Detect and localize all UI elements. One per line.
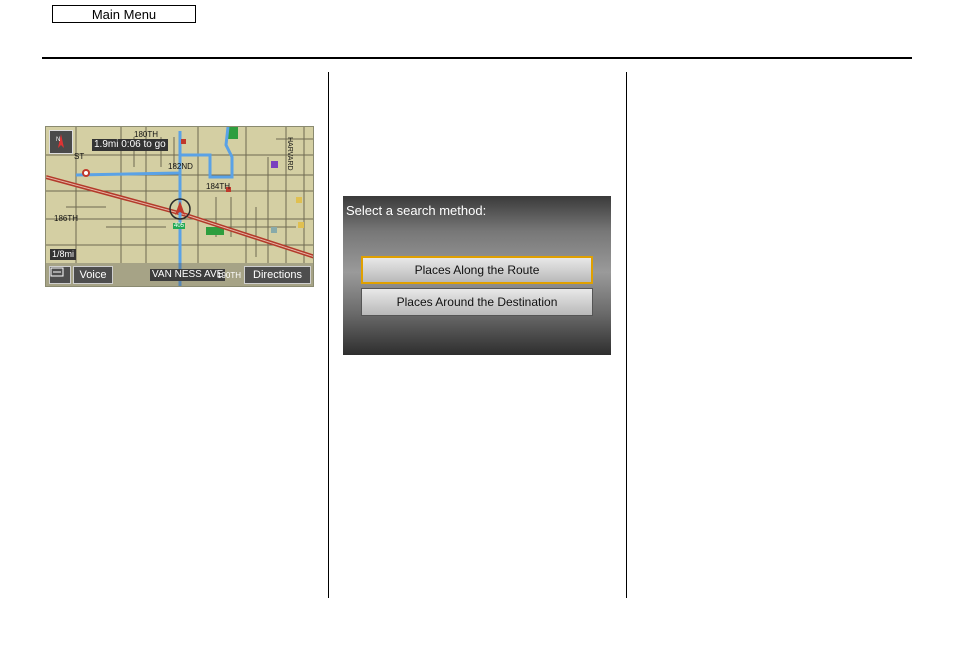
search-method-screenshot: Select a search method: Places Along the…	[343, 196, 611, 355]
map-menu-icon[interactable]	[49, 266, 71, 284]
search-method-title: Select a search method:	[346, 203, 487, 218]
compass-icon[interactable]: N	[49, 130, 73, 154]
cross-street-label: 190TH	[217, 271, 242, 280]
places-along-route-button[interactable]: Places Along the Route	[361, 256, 593, 284]
column-divider-right	[626, 72, 627, 598]
eta-display: 1.9mi 0:06 to go	[92, 139, 168, 151]
map-scale[interactable]: 1/8mi	[50, 249, 77, 260]
column-divider-left	[328, 72, 329, 598]
directions-button[interactable]: Directions	[244, 266, 311, 284]
voice-button[interactable]: Voice	[73, 266, 113, 284]
header-rule	[42, 57, 912, 59]
current-street-name: VAN NESS AVE	[150, 269, 226, 281]
street-label-184th: 184TH	[206, 182, 231, 191]
street-label-180th: 180TH	[134, 130, 159, 139]
navigation-map-screenshot: N 1.9mi 0:06 to go 180TH ST 182ND 184TH …	[45, 126, 314, 287]
places-around-destination-button[interactable]: Places Around the Destination	[361, 288, 593, 316]
freeway-405-shield: 405	[173, 223, 186, 229]
svg-text:N: N	[56, 137, 60, 143]
street-label-st: ST	[74, 152, 85, 161]
main-menu-button[interactable]: Main Menu	[52, 5, 196, 23]
street-label-harvard: HARVARD	[286, 137, 293, 171]
street-label-186th: 186TH	[54, 214, 79, 223]
street-label-182nd: 182ND	[168, 162, 193, 171]
